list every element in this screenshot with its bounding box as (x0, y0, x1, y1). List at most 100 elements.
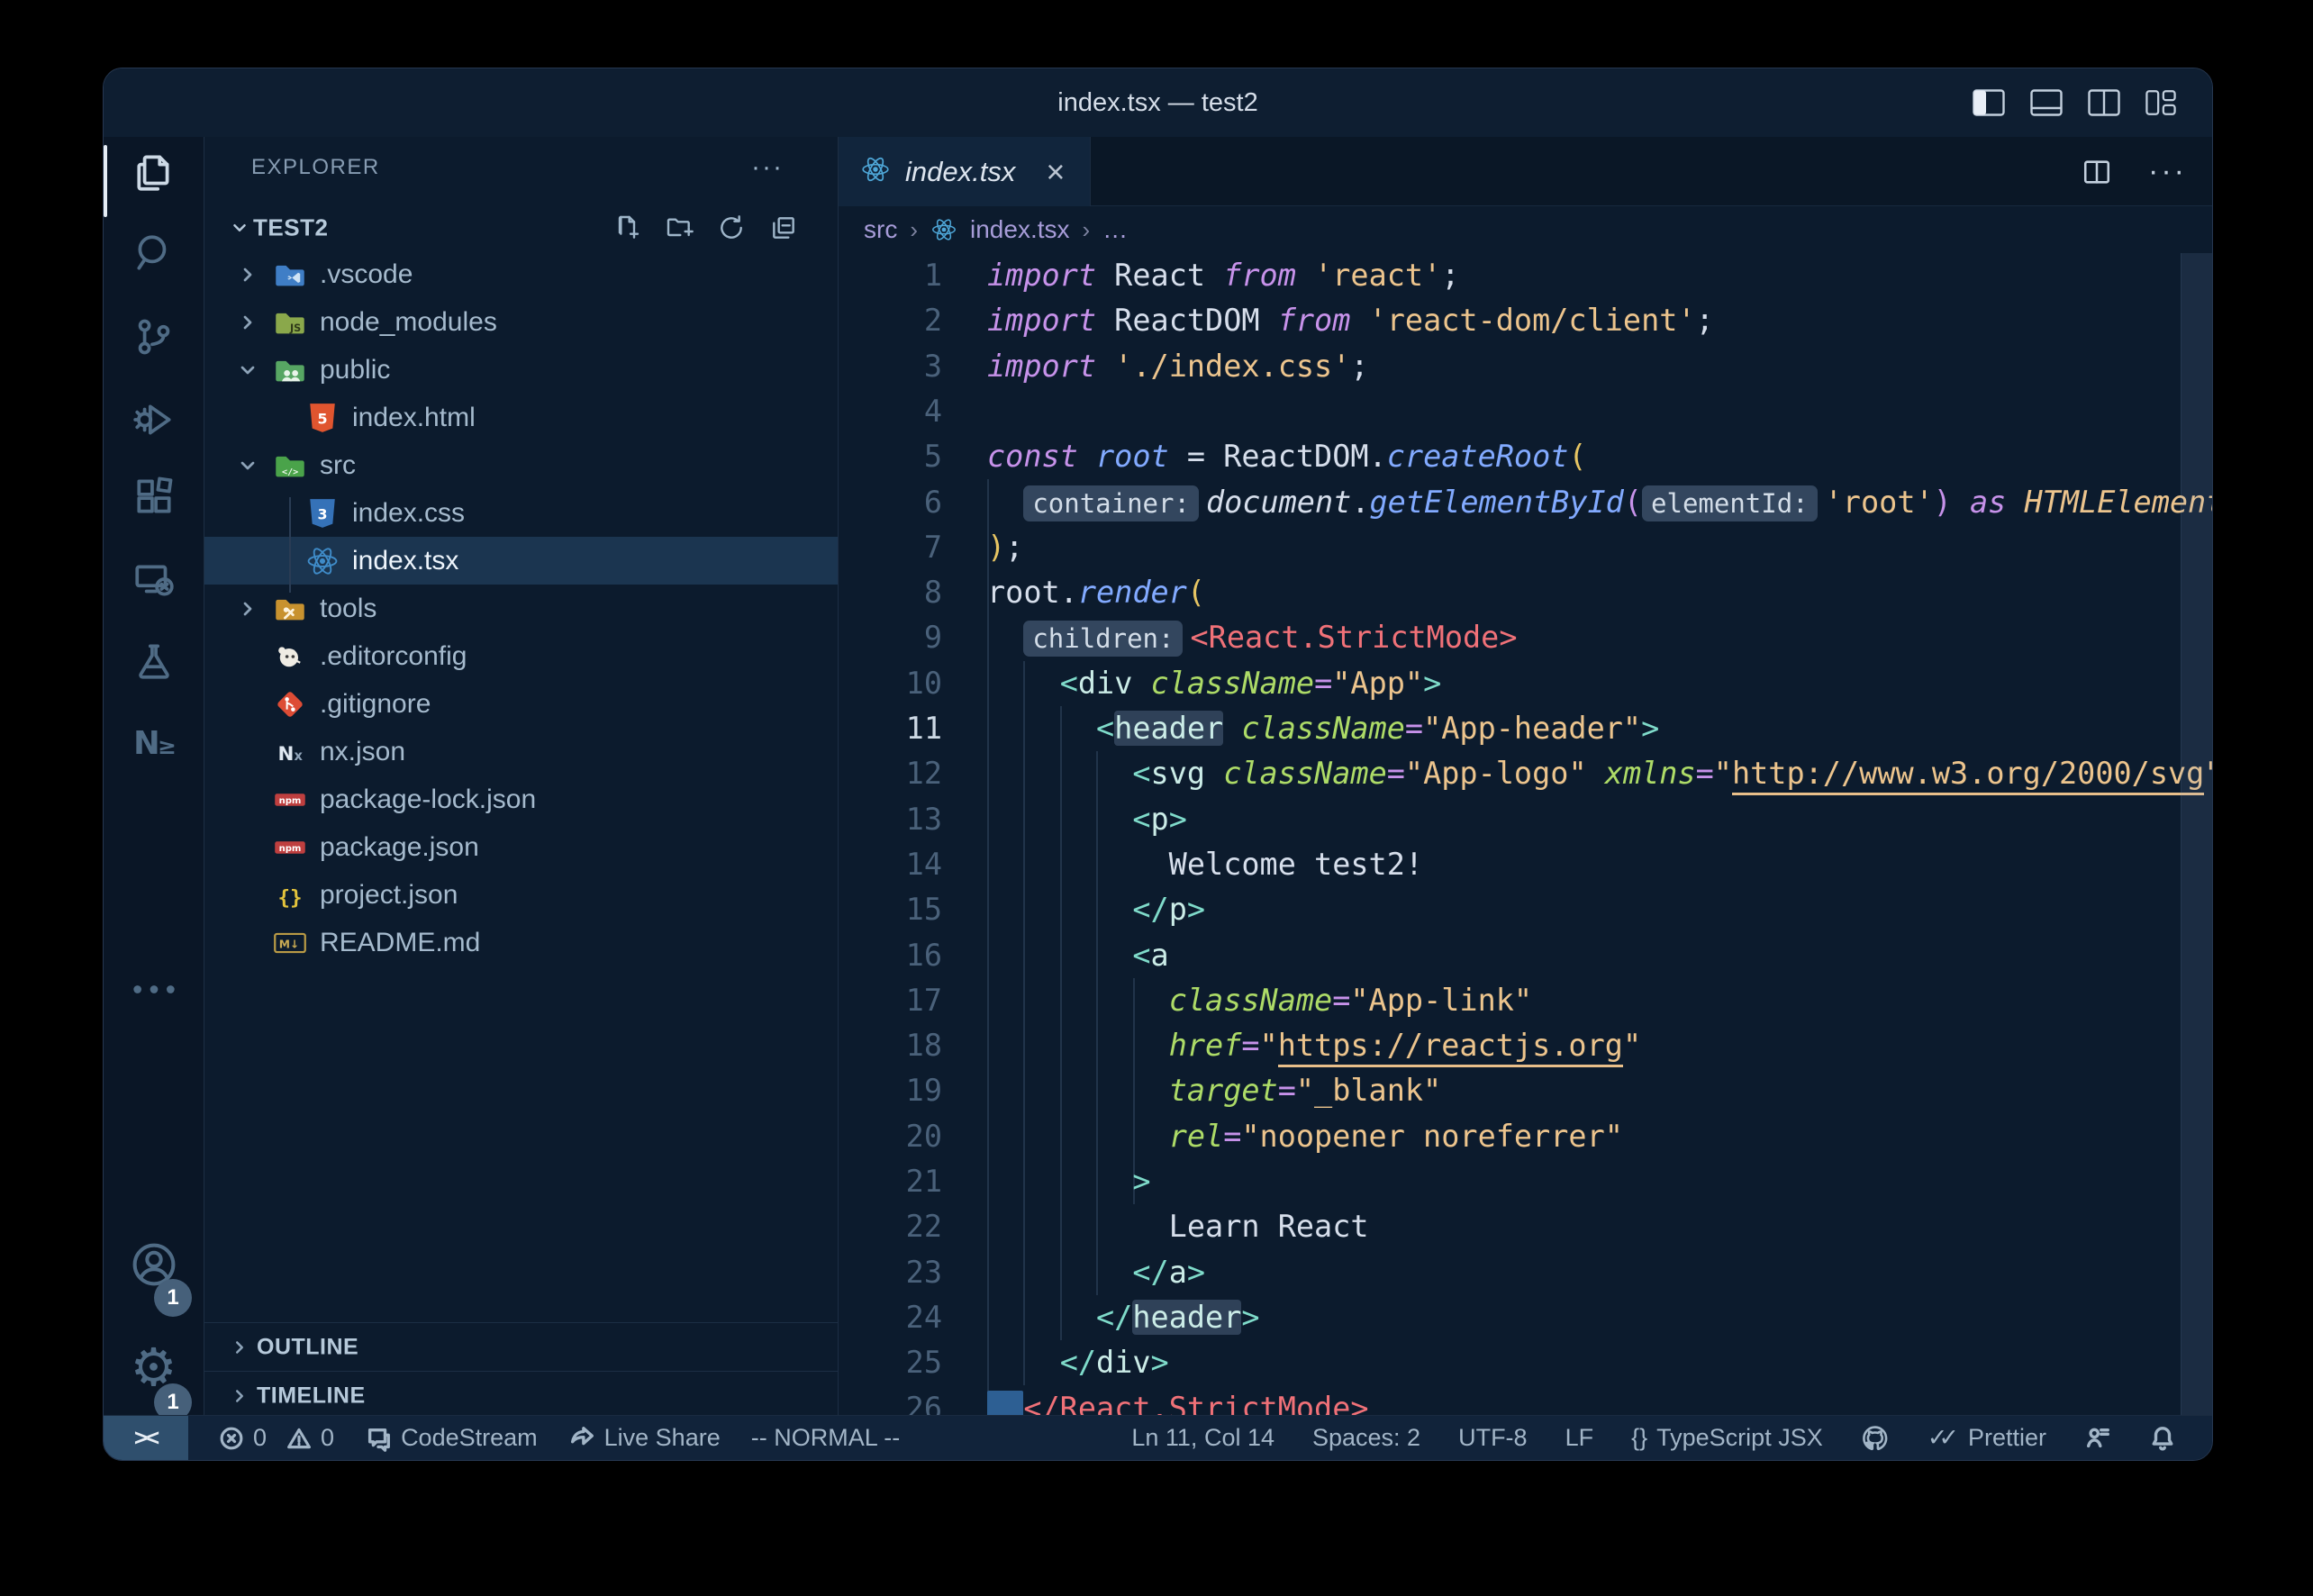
editor-scrollbar[interactable] (2181, 253, 2213, 1417)
code-text: </React.StrictMode> (987, 1386, 1369, 1418)
line-number: 18 (839, 1023, 942, 1068)
tree-item-readme-md[interactable]: M↓README.md (204, 919, 838, 966)
code-line-20[interactable]: 20 rel="noopener noreferrer" (839, 1114, 2213, 1159)
toggle-panel-icon[interactable] (2030, 89, 2063, 116)
tree-item-nx-json[interactable]: Nxnx.json (204, 728, 838, 775)
explorer-icon[interactable] (132, 150, 177, 195)
code-line-26[interactable]: 26 </React.StrictMode> (839, 1386, 2213, 1418)
cursor-position-status[interactable]: Ln 11, Col 14 (1131, 1424, 1274, 1452)
search-icon[interactable] (132, 231, 177, 276)
tree-item--gitignore[interactable]: .gitignore (204, 680, 838, 728)
language-mode-status[interactable]: {} TypeScript JSX (1631, 1424, 1823, 1452)
code-line-15[interactable]: 15 </p> (839, 887, 2213, 932)
tree-item-tools[interactable]: tools (204, 585, 838, 632)
split-editor-icon[interactable] (2082, 157, 2112, 187)
tree-item-project-json[interactable]: {}project.json (204, 871, 838, 919)
code-line-18[interactable]: 18 href="https://reactjs.org" (839, 1023, 2213, 1068)
eol-status[interactable]: LF (1565, 1424, 1594, 1452)
code-line-11[interactable]: 11 <header className="App-header"> (839, 706, 2213, 751)
code-line-10[interactable]: 10 <div className="App"> (839, 661, 2213, 706)
tree-item--vscode[interactable]: .vscode (204, 250, 838, 298)
line-number: 11 (839, 706, 942, 751)
source-control-icon[interactable] (132, 314, 177, 359)
tree-item-index-html[interactable]: 5index.html (204, 394, 838, 441)
editor-more-actions-icon[interactable]: ··· (2148, 154, 2187, 189)
tree-item-public[interactable]: public (204, 346, 838, 394)
indentation-status[interactable]: Spaces: 2 (1312, 1424, 1420, 1452)
code-line-17[interactable]: 17 className="App-link" (839, 978, 2213, 1023)
remote-indicator[interactable]: >< (104, 1416, 188, 1460)
tree-item-label: nx.json (320, 737, 405, 767)
refresh-icon[interactable] (717, 213, 746, 242)
breadcrumb-symbol[interactable]: … (1102, 215, 1128, 244)
extensions-icon[interactable] (132, 474, 177, 519)
code-line-22[interactable]: 22 Learn React (839, 1204, 2213, 1249)
code-line-25[interactable]: 25 </div> (839, 1340, 2213, 1385)
code-line-9[interactable]: 9 children:<React.StrictMode> (839, 615, 2213, 660)
new-folder-icon[interactable] (665, 213, 694, 242)
tree-item-src[interactable]: </>src (204, 441, 838, 489)
split-editor-icon[interactable] (2088, 89, 2120, 116)
window-title: index.tsx — test2 (104, 68, 2212, 137)
sidebar-header: EXPLORER ··· (204, 137, 838, 198)
code-line-21[interactable]: 21 > (839, 1159, 2213, 1204)
tab-index-tsx[interactable]: index.tsx × (839, 137, 1091, 206)
github-icon[interactable] (1861, 1424, 1890, 1453)
code-line-4[interactable]: 4 (839, 389, 2213, 434)
prettier-status[interactable]: ✓✓ Prettier (1928, 1424, 2046, 1452)
code-line-5[interactable]: 5const root = ReactDOM.createRoot( (839, 434, 2213, 479)
test-beaker-icon[interactable] (132, 639, 177, 684)
breadcrumb-file[interactable]: index.tsx (970, 215, 1070, 244)
code-line-19[interactable]: 19 target="_blank" (839, 1068, 2213, 1113)
nx-console-icon[interactable]: N≥ (130, 721, 178, 770)
code-line-16[interactable]: 16 <a (839, 933, 2213, 978)
code-line-2[interactable]: 2import ReactDOM from 'react-dom/client'… (839, 298, 2213, 343)
code-line-24[interactable]: 24 </header> (839, 1295, 2213, 1340)
close-tab-icon[interactable]: × (1046, 156, 1065, 188)
tree-item-index-tsx[interactable]: index.tsx (204, 537, 838, 585)
explorer-sidebar: EXPLORER ··· TEST2 .vscodeJSnode_modules… (204, 137, 839, 1417)
breadcrumb-src[interactable]: src (864, 215, 897, 244)
tree-item-package-json[interactable]: npmpackage.json (204, 823, 838, 871)
tree-item-package-lock-json[interactable]: npmpackage-lock.json (204, 775, 838, 823)
tree-item--editorconfig[interactable]: .editorconfig (204, 632, 838, 680)
customize-layout-icon[interactable] (2145, 89, 2176, 116)
code-line-14[interactable]: 14 Welcome test2! (839, 842, 2213, 887)
outline-panel-header[interactable]: OUTLINE (204, 1322, 838, 1371)
code-line-1[interactable]: 1import React from 'react'; (839, 253, 2213, 298)
status-bar: >< 0 0 CodeStream Live Share -- NORMAL -… (104, 1415, 2212, 1460)
codestream-status[interactable]: CodeStream (365, 1424, 538, 1452)
vim-mode-status[interactable]: -- NORMAL -- (751, 1424, 900, 1452)
toggle-sidebar-icon[interactable] (1973, 89, 2005, 116)
tree-item-label: README.md (320, 928, 480, 958)
more-views-icon[interactable] (132, 983, 177, 1002)
prettier-label: Prettier (1968, 1424, 2046, 1452)
encoding-status[interactable]: UTF-8 (1458, 1424, 1528, 1452)
code-line-7[interactable]: 7); (839, 525, 2213, 570)
code-line-8[interactable]: 8root.render( (839, 570, 2213, 615)
collapse-folders-icon[interactable] (769, 213, 798, 242)
problems-status[interactable]: 0 0 (219, 1424, 334, 1452)
code-line-12[interactable]: 12 <svg className="App-logo" xmlns="http… (839, 751, 2213, 796)
new-file-icon[interactable] (612, 213, 641, 242)
tree-item-node-modules[interactable]: JSnode_modules (204, 298, 838, 346)
code-line-13[interactable]: 13 <p> (839, 797, 2213, 842)
code-text: <div className="App"> (987, 661, 1441, 706)
timeline-panel-label: TIMELINE (257, 1383, 366, 1409)
code-line-3[interactable]: 3import './index.css'; (839, 344, 2213, 389)
remote-explorer-icon[interactable] (132, 558, 177, 603)
line-number: 23 (839, 1250, 942, 1295)
feedback-icon[interactable] (2084, 1425, 2111, 1452)
code-text: target="_blank" (987, 1068, 1441, 1113)
code-line-6[interactable]: 6 container:document.getElementById(elem… (839, 480, 2213, 525)
line-number: 5 (839, 434, 942, 479)
workspace-section-header[interactable]: TEST2 (204, 206, 838, 249)
live-share-status[interactable]: Live Share (568, 1424, 721, 1452)
run-debug-icon[interactable] (132, 397, 177, 442)
code-line-23[interactable]: 23 </a> (839, 1250, 2213, 1295)
timeline-panel-header[interactable]: TIMELINE (204, 1371, 838, 1419)
notifications-bell-icon[interactable] (2149, 1425, 2176, 1452)
tree-item-index-css[interactable]: 3index.css (204, 489, 838, 537)
explorer-more-actions-icon[interactable]: ··· (751, 152, 784, 183)
code-editor[interactable]: 1import React from 'react';2import React… (839, 253, 2213, 1417)
